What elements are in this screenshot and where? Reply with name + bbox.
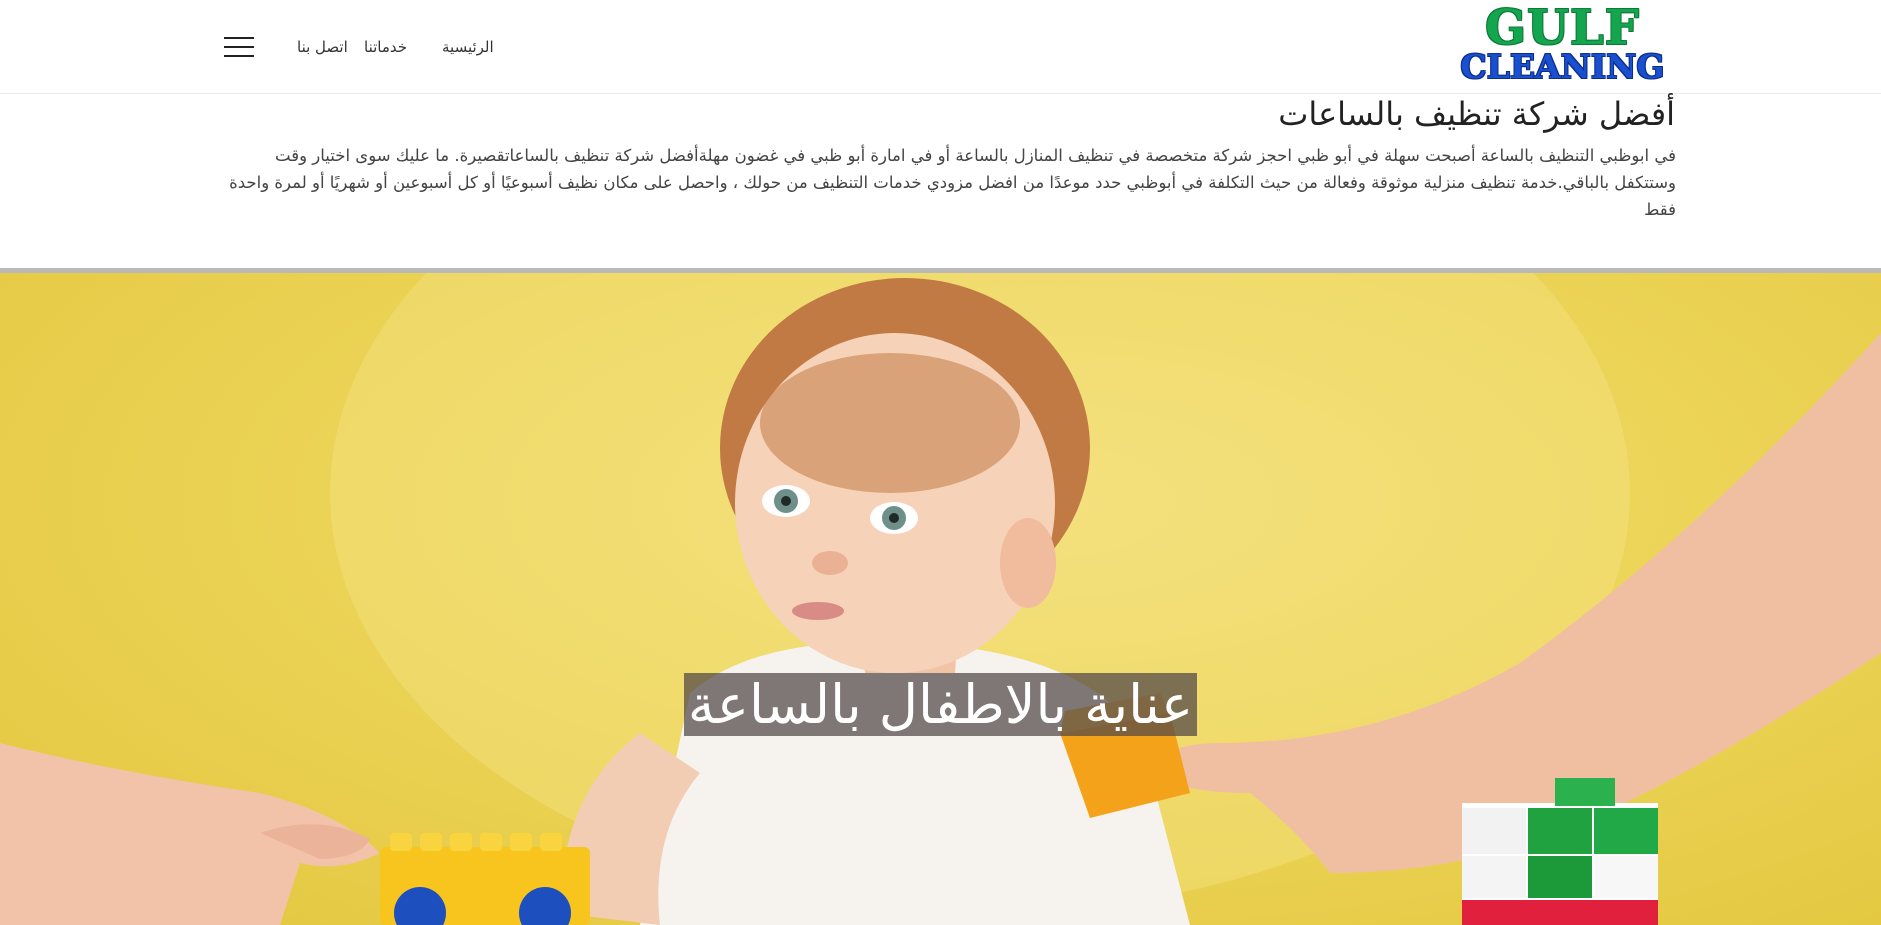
hero-banner: عناية بالاطفال بالساعة [0,273,1881,925]
nav-link-home[interactable]: الرئيسية [442,38,494,56]
site-header: اتصل بنا خدماتنا الرئيسية GULF CLEANING [0,0,1881,94]
site-logo[interactable]: GULF CLEANING [1450,2,1675,86]
hero-illustration [0,273,1881,925]
hero-caption-text: عناية بالاطفال بالساعة [683,673,1198,736]
logo-line-2: CLEANING [1460,47,1665,86]
hero-caption: عناية بالاطفال بالساعة [0,673,1881,737]
nav-link-services[interactable]: خدماتنا [364,38,407,56]
page-title: أفضل شركة تنظيف بالساعات [1278,95,1675,133]
intro-paragraph: في ابوظبي التنظيف بالساعة أصبحت سهلة في … [229,146,1676,219]
nav-link-contact[interactable]: اتصل بنا [297,38,348,56]
hamburger-menu-icon[interactable] [224,37,254,57]
